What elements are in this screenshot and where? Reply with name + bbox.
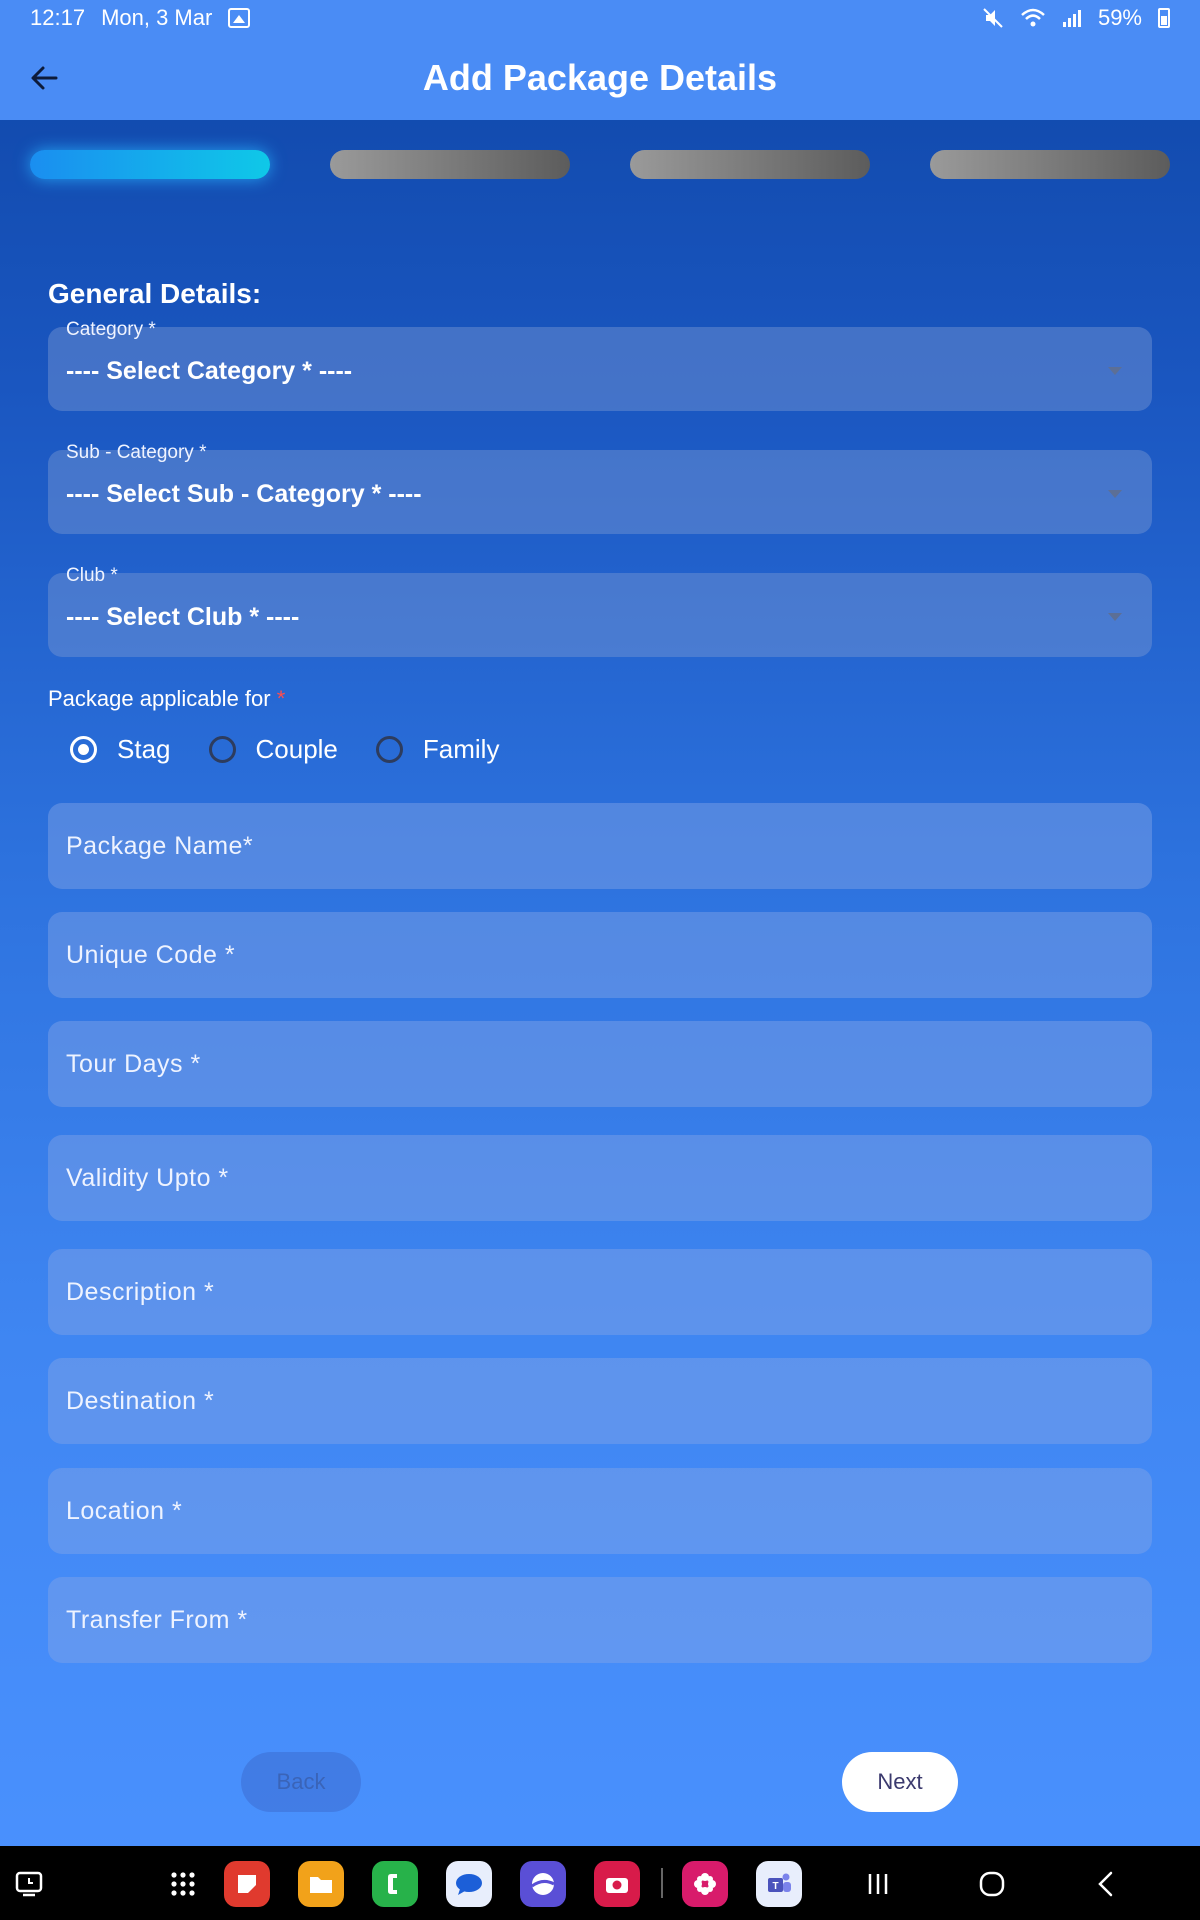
progress-stepper [30, 150, 1170, 180]
radio-unchecked-icon[interactable] [375, 736, 403, 763]
messages-app-icon[interactable] [446, 1861, 492, 1907]
system-nav-bar: T [0, 1846, 1200, 1920]
step-1-indicator [30, 150, 270, 179]
radio-label-couple: Couple [255, 734, 338, 764]
radio-label-family: Family [422, 734, 500, 764]
club-label: Club * [66, 565, 118, 586]
wifi-icon [1021, 8, 1045, 27]
radio-option-couple[interactable]: Couple [208, 734, 338, 765]
transfer-from-field[interactable] [48, 1577, 1152, 1663]
radio-label-stag: Stag [117, 734, 171, 764]
club-dropdown[interactable]: Club * ---- Select Club * ---- [48, 565, 1152, 657]
club-value: ---- Select Club * ---- [66, 603, 300, 631]
category-label: Category * [66, 319, 156, 340]
package-applicable-radio-group: Stag Couple Family [70, 734, 537, 765]
next-button[interactable]: Next [842, 1752, 958, 1812]
back-button-system[interactable] [1086, 1866, 1126, 1902]
package-applicable-label: Package applicable for * [48, 686, 285, 712]
sub-category-label: Sub - Category * [66, 442, 207, 463]
radio-option-stag[interactable]: Stag [70, 734, 171, 765]
location-field[interactable] [48, 1468, 1152, 1554]
teams-app-icon[interactable]: T [756, 1861, 802, 1907]
required-star: * [276, 686, 286, 711]
dropdown-arrow-icon [1108, 367, 1122, 375]
notes-app-icon[interactable] [224, 1861, 270, 1907]
app-drawer-icon[interactable] [160, 1861, 206, 1907]
recent-apps-icon[interactable] [6, 1861, 52, 1907]
app-bar: Add Package Details [0, 36, 1200, 120]
dropdown-arrow-icon [1108, 613, 1122, 621]
status-left: 12:17 Mon, 3 Mar [30, 5, 251, 31]
bixby-app-icon[interactable] [682, 1861, 728, 1907]
back-button[interactable]: Back [241, 1752, 361, 1812]
recents-button[interactable] [858, 1866, 898, 1902]
transfer-from-input[interactable] [66, 1577, 1152, 1663]
validity-upto-input[interactable] [66, 1135, 1152, 1221]
validity-upto-field[interactable] [48, 1135, 1152, 1221]
description-input[interactable] [66, 1249, 1152, 1335]
battery-icon [1158, 8, 1170, 28]
destination-field[interactable] [48, 1358, 1152, 1444]
status-bar: 12:17 Mon, 3 Mar 59% [0, 0, 1200, 36]
radio-option-family[interactable]: Family [375, 734, 500, 765]
sub-category-value: ---- Select Sub - Category * ---- [66, 480, 422, 508]
tour-days-field[interactable] [48, 1021, 1152, 1107]
step-4-indicator [930, 150, 1170, 179]
destination-input[interactable] [66, 1358, 1152, 1444]
tour-days-input[interactable] [66, 1021, 1152, 1107]
dropdown-arrow-icon [1108, 490, 1122, 498]
dock-divider [661, 1868, 663, 1898]
mute-icon [983, 8, 1003, 28]
radio-unchecked-icon[interactable] [208, 736, 236, 763]
page-title: Add Package Details [422, 57, 778, 98]
camera-app-icon[interactable] [594, 1861, 640, 1907]
home-button[interactable] [972, 1866, 1012, 1902]
battery-percent: 59% [1097, 5, 1142, 30]
gallery-notification-icon [228, 8, 251, 28]
phone-app-icon[interactable] [372, 1861, 418, 1907]
package-name-field[interactable] [48, 803, 1152, 889]
package-applicable-text: Package applicable for [48, 686, 271, 711]
signal-icon [1062, 10, 1081, 27]
category-dropdown[interactable]: Category * ---- Select Category * ---- [48, 319, 1152, 411]
status-date: Mon, 3 Mar [101, 5, 213, 30]
svg-text:T: T [772, 1881, 778, 1892]
back-arrow-icon[interactable] [24, 58, 64, 98]
status-time: 12:17 [30, 5, 86, 30]
internet-app-icon[interactable] [520, 1861, 566, 1907]
status-right: 59% [982, 5, 1170, 31]
category-value: ---- Select Category * ---- [66, 357, 353, 385]
location-input[interactable] [66, 1468, 1152, 1554]
section-title: General Details: [48, 278, 262, 309]
unique-code-field[interactable] [48, 912, 1152, 998]
sub-category-dropdown[interactable]: Sub - Category * ---- Select Sub - Categ… [48, 442, 1152, 534]
step-3-indicator [630, 150, 870, 179]
files-app-icon[interactable] [298, 1861, 344, 1907]
unique-code-input[interactable] [66, 912, 1152, 998]
step-2-indicator [330, 150, 570, 179]
package-name-input[interactable] [66, 803, 1152, 889]
description-field[interactable] [48, 1249, 1152, 1335]
radio-checked-icon[interactable] [70, 736, 97, 763]
